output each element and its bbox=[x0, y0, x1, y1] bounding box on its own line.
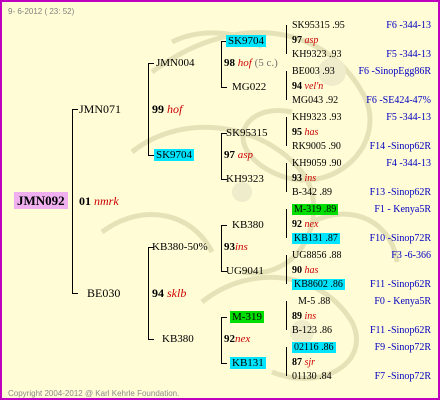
connector bbox=[286, 117, 287, 146]
g2-a-name[interactable]: JMN004 bbox=[156, 57, 195, 70]
g4-rating: 94 vel'n bbox=[292, 81, 324, 92]
g3-a2-name[interactable]: MG022 bbox=[232, 81, 266, 94]
g4-top[interactable]: UG8856 .88 bbox=[292, 249, 341, 262]
g4-bottom[interactable]: RK9005 .90 bbox=[292, 140, 341, 153]
g4-right-top: F9 -Sinop72R bbox=[374, 342, 431, 353]
g3-d1-name[interactable]: M-319 bbox=[230, 311, 264, 324]
g3-a1-name[interactable]: SK9704 bbox=[226, 35, 267, 48]
g4-right-bottom: F5 -344-13 bbox=[386, 49, 431, 60]
g4-right-bottom: F7 -Sinop72R bbox=[374, 371, 431, 382]
connector bbox=[72, 293, 78, 294]
g4-rating: 87 sjr bbox=[292, 357, 316, 368]
g4-bottom[interactable]: MG043 .92 bbox=[292, 94, 338, 107]
root-node[interactable]: JMN092 bbox=[14, 192, 68, 209]
connector bbox=[221, 133, 222, 179]
g4-top[interactable]: M-5 .88 bbox=[298, 295, 330, 308]
g3-c1-name[interactable]: KB380 bbox=[232, 219, 264, 232]
connector bbox=[72, 109, 73, 293]
sire-name[interactable]: JMN071 bbox=[79, 103, 121, 116]
sire-rating: 99 hof bbox=[152, 102, 183, 116]
connector bbox=[72, 109, 78, 110]
g2-d-rating: 92nex bbox=[224, 333, 251, 345]
g2-b-rating: 97 asp bbox=[224, 149, 254, 161]
connector bbox=[286, 71, 287, 100]
connector bbox=[148, 247, 149, 339]
connector bbox=[148, 63, 149, 155]
g4-top[interactable]: KH9059 .90 bbox=[292, 157, 341, 170]
g4-rating: 95 has bbox=[292, 127, 319, 138]
timestamp: 9- 6-2012 ( 23: 52) bbox=[8, 7, 75, 16]
g4-right-bottom: F13 -Sinop62R bbox=[369, 187, 431, 198]
g4-right-top: F3 -6-366 bbox=[391, 250, 431, 261]
g4-rating: 93 ins bbox=[292, 173, 317, 184]
g4-bottom[interactable]: 01130 .84 bbox=[292, 370, 332, 383]
connector bbox=[286, 347, 287, 376]
connector bbox=[221, 317, 222, 363]
g4-right-top: F5 -344-13 bbox=[386, 112, 431, 123]
g3-c2-name[interactable]: UG9041 bbox=[226, 265, 264, 278]
connector bbox=[286, 209, 287, 238]
g4-right-bottom: F14 -Sinop62R bbox=[369, 141, 431, 152]
connector bbox=[286, 25, 287, 54]
dam-rating: 94 sklb bbox=[152, 286, 187, 300]
g3-b1-name[interactable]: SK95315 bbox=[226, 127, 268, 140]
g3-d2-name[interactable]: KB131 bbox=[230, 357, 266, 370]
connector bbox=[148, 63, 154, 64]
connector bbox=[221, 225, 222, 271]
g4-right-bottom: F11 -Sinop62R bbox=[369, 325, 431, 336]
g4-top[interactable]: 02116 .86 bbox=[292, 341, 336, 354]
g4-bottom[interactable]: KB8602 .86 bbox=[292, 278, 345, 291]
g2-a-rating: 98 hof (5 c.) bbox=[224, 57, 278, 69]
g4-right-top: F1 - Kenya5R bbox=[374, 204, 431, 215]
copyright: Copyright 2004-2012 @ Karl Kehrle Founda… bbox=[8, 389, 180, 398]
g2-b-name[interactable]: SK9704 bbox=[154, 149, 195, 162]
connector bbox=[221, 363, 227, 364]
connector bbox=[221, 41, 222, 87]
dam-name[interactable]: BE030 bbox=[87, 287, 120, 300]
root-rating: 01 nmrk bbox=[79, 194, 119, 208]
g4-rating: 97 asp bbox=[292, 35, 319, 46]
connector bbox=[286, 255, 287, 284]
g4-rating: 92 nex bbox=[292, 219, 319, 230]
g2-c-rating: 93ins bbox=[224, 241, 248, 253]
g4-right-top: F4 -344-13 bbox=[386, 158, 431, 169]
g4-bottom[interactable]: B-123 .86 bbox=[292, 324, 332, 337]
g4-right-bottom: F6 -SE424-47% bbox=[366, 95, 431, 106]
pedigree-chart: 9- 6-2012 ( 23: 52) Copyright 2004-2012 … bbox=[0, 0, 440, 400]
g2-c-name[interactable]: KB380-50% bbox=[152, 241, 208, 254]
root-name[interactable]: JMN092 bbox=[14, 192, 68, 209]
g4-right-bottom: F11 -Sinop62R bbox=[369, 279, 431, 290]
g4-right-top: F6 -SinopEgg86R bbox=[358, 66, 431, 77]
g4-right-bottom: F10 -Sinop72R bbox=[369, 233, 431, 244]
g4-rating: 89 ins bbox=[292, 311, 317, 322]
g4-bottom[interactable]: KH9323 .93 bbox=[292, 48, 341, 61]
connector bbox=[221, 87, 227, 88]
g4-right-top: F6 -344-13 bbox=[386, 20, 431, 31]
g4-top[interactable]: BE003 .93 bbox=[292, 65, 335, 78]
connector bbox=[148, 339, 154, 340]
g4-bottom[interactable]: KB131 .87 bbox=[292, 232, 340, 245]
connector bbox=[221, 225, 227, 226]
connector bbox=[221, 317, 227, 318]
connector bbox=[286, 301, 287, 330]
g3-b2-name[interactable]: KH9323 bbox=[226, 173, 264, 186]
g4-bottom[interactable]: B-342 .89 bbox=[292, 186, 332, 199]
g4-rating: 90 has bbox=[292, 265, 319, 276]
connector bbox=[286, 163, 287, 192]
g4-right-top: F0 - Kenya5R bbox=[374, 296, 431, 307]
g4-top[interactable]: KH9323 .93 bbox=[292, 111, 341, 124]
g2-d-name[interactable]: KB380 bbox=[162, 333, 194, 346]
g4-top[interactable]: M-319 .89 bbox=[292, 203, 339, 216]
g4-top[interactable]: SK95315 .95 bbox=[292, 19, 345, 32]
